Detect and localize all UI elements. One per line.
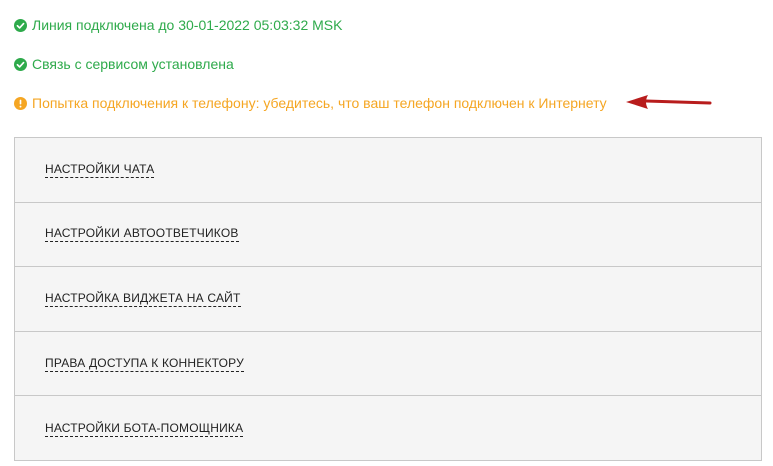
warning-circle-icon	[14, 96, 27, 110]
phone-warning-text: Попытка подключения к телефону: убедитес…	[32, 95, 607, 111]
settings-accordion: НАСТРОЙКИ ЧАТА НАСТРОЙКИ АВТООТВЕТЧИКОВ …	[14, 137, 762, 461]
line-connected-status: Линия подключена до 30-01-2022 05:03:32 …	[14, 16, 342, 34]
service-connected-text: Связь с сервисом установлена	[32, 56, 234, 72]
accordion-item-label[interactable]: ПРАВА ДОСТУПА К КОННЕКТОРУ	[45, 356, 244, 372]
service-connected-status: Связь с сервисом установлена	[14, 55, 234, 73]
check-circle-icon	[14, 18, 27, 32]
arrow-left-icon	[626, 95, 712, 109]
accordion-item-label[interactable]: НАСТРОЙКА ВИДЖЕТА НА САЙТ	[45, 291, 241, 307]
accordion-item-chat-settings[interactable]: НАСТРОЙКИ ЧАТА	[15, 138, 761, 203]
check-circle-icon	[14, 57, 27, 71]
phone-warning-status: Попытка подключения к телефону: убедитес…	[14, 94, 607, 112]
line-connected-text: Линия подключена до 30-01-2022 05:03:32 …	[32, 17, 343, 33]
accordion-item-label[interactable]: НАСТРОЙКИ АВТООТВЕТЧИКОВ	[45, 226, 239, 243]
accordion-item-label[interactable]: НАСТРОЙКИ БОТА-ПОМОЩНИКА	[45, 421, 244, 437]
accordion-item-autoresponders[interactable]: НАСТРОЙКИ АВТООТВЕТЧИКОВ	[15, 203, 761, 268]
accordion-item-connector-access[interactable]: ПРАВА ДОСТУПА К КОННЕКТОРУ	[15, 332, 761, 397]
accordion-item-widget-settings[interactable]: НАСТРОЙКА ВИДЖЕТА НА САЙТ	[15, 267, 761, 332]
accordion-item-label[interactable]: НАСТРОЙКИ ЧАТА	[45, 162, 155, 178]
accordion-item-bot-assistant[interactable]: НАСТРОЙКИ БОТА-ПОМОЩНИКА	[15, 396, 761, 461]
